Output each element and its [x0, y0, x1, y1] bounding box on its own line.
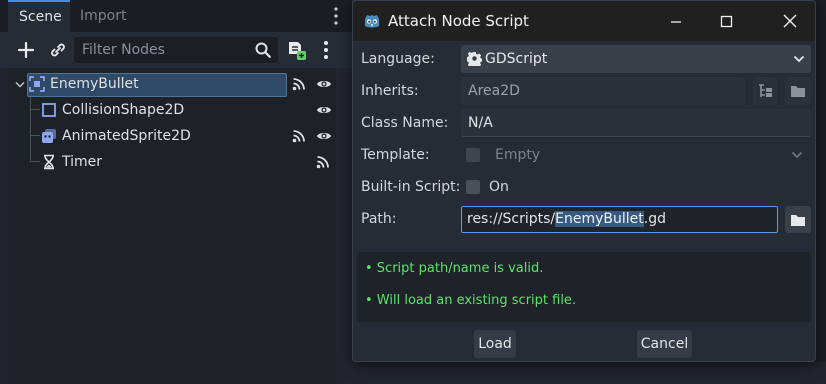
- signal-icon[interactable]: [316, 155, 330, 169]
- path-browse-button[interactable]: [785, 206, 811, 233]
- template-value: Empty: [495, 147, 541, 163]
- dialog-title: Attach Node Script: [388, 12, 529, 30]
- path-selected-text: EnemyBullet: [555, 211, 644, 227]
- collapse-arrow-icon[interactable]: [15, 81, 25, 89]
- status-message: • Will load an existing script file.: [365, 293, 577, 308]
- folder-icon: [791, 86, 805, 97]
- tree-item-timer[interactable]: Timer: [8, 149, 336, 175]
- visibility-icon[interactable]: [316, 77, 332, 91]
- chevron-down-icon: [791, 151, 803, 159]
- language-label: Language:: [361, 51, 435, 67]
- path-prefix: res://Scripts/: [467, 211, 556, 227]
- minimize-icon[interactable]: [653, 1, 699, 41]
- link-icon[interactable]: [46, 38, 70, 62]
- visibility-icon[interactable]: [316, 129, 332, 143]
- validation-status-panel: • Script path/name is valid. • Will load…: [357, 252, 811, 322]
- signal-icon[interactable]: [292, 129, 306, 143]
- path-input[interactable]: res://Scripts/EnemyBullet.gd: [461, 206, 778, 233]
- tree-item-label: Timer: [62, 154, 103, 170]
- classname-field[interactable]: N/A: [461, 109, 811, 137]
- builtin-on-label: On: [489, 179, 509, 195]
- path-label: Path:: [361, 211, 397, 227]
- class-hierarchy-button[interactable]: [753, 77, 777, 105]
- add-node-icon[interactable]: [14, 38, 38, 62]
- add-script-icon[interactable]: [284, 38, 308, 62]
- timer-icon: [44, 154, 54, 170]
- dialog-title-bar[interactable]: Attach Node Script: [353, 1, 815, 41]
- template-select[interactable]: Empty: [485, 141, 811, 169]
- signal-icon[interactable]: [292, 77, 306, 91]
- chevron-down-icon: [793, 55, 805, 63]
- classname-label: Class Name:: [361, 115, 449, 131]
- hierarchy-icon: [759, 84, 772, 97]
- classname-value: N/A: [468, 115, 493, 131]
- more-options-icon[interactable]: [316, 38, 336, 62]
- load-button[interactable]: Load: [474, 330, 516, 358]
- cancel-button[interactable]: Cancel: [637, 330, 692, 358]
- visibility-icon[interactable]: [316, 103, 332, 117]
- attach-node-script-dialog: Attach Node Script Language: GDScript In…: [352, 0, 816, 362]
- close-icon[interactable]: [767, 1, 813, 41]
- builtin-script-checkbox[interactable]: [466, 180, 480, 194]
- tab-scene[interactable]: Scene: [8, 0, 70, 32]
- scene-dock: Scene Import Filter Nodes EnemyBullet Co…: [0, 0, 352, 384]
- editor-bottom-strip: [352, 362, 826, 384]
- tab-import[interactable]: Import: [80, 0, 126, 32]
- folder-icon: [791, 215, 805, 226]
- scene-toolbar: [0, 32, 352, 68]
- language-select[interactable]: GDScript: [461, 45, 811, 73]
- language-value: GDScript: [485, 51, 548, 67]
- filter-nodes-box: [74, 37, 278, 63]
- godot-icon: [365, 15, 379, 28]
- status-message: • Script path/name is valid.: [365, 261, 544, 276]
- inherits-browse-button[interactable]: [785, 77, 811, 105]
- scene-tab-bar: Scene Import: [0, 0, 352, 32]
- tree-item-label: CollisionShape2D: [62, 102, 185, 118]
- filter-nodes-input[interactable]: [74, 37, 254, 63]
- animated-sprite-icon: [42, 129, 56, 143]
- search-icon: [255, 42, 271, 58]
- tree-item-label: EnemyBullet: [50, 76, 139, 92]
- scene-tree: EnemyBullet CollisionShape2D AnimatedSpr…: [8, 68, 336, 384]
- tree-item-animatedsprite2d[interactable]: AnimatedSprite2D: [8, 123, 336, 149]
- area2d-icon: [29, 76, 45, 92]
- tree-item-enemybullet[interactable]: EnemyBullet: [8, 71, 336, 97]
- inherits-field[interactable]: Area2D: [461, 77, 745, 105]
- collision-shape-icon: [42, 103, 56, 117]
- template-label: Template:: [361, 147, 430, 163]
- inherits-label: Inherits:: [361, 83, 419, 99]
- tree-item-collisionshape2d[interactable]: CollisionShape2D: [8, 97, 336, 123]
- tree-item-label: AnimatedSprite2D: [62, 128, 191, 144]
- template-checkbox[interactable]: [466, 148, 480, 162]
- path-value: res://Scripts/EnemyBullet.gd: [467, 207, 666, 232]
- dock-menu-icon[interactable]: [333, 6, 339, 26]
- path-suffix: .gd: [643, 211, 666, 227]
- maximize-icon[interactable]: [704, 1, 750, 41]
- builtin-script-label: Built-in Script:: [361, 179, 461, 195]
- inherits-value: Area2D: [468, 83, 520, 99]
- gear-icon: [467, 51, 482, 66]
